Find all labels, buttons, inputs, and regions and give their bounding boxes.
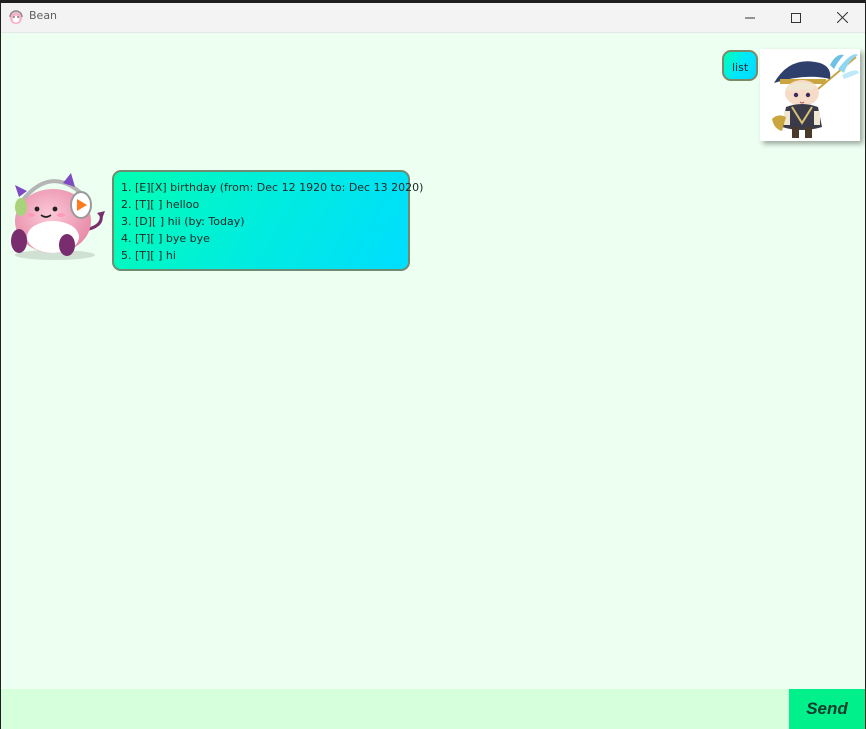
user-avatar <box>760 49 860 141</box>
bean-pig-icon <box>11 173 105 260</box>
app-window: Bean list 1. [E][X] birthday (from: Dec … <box>1 3 865 729</box>
user-character-icon <box>772 54 859 138</box>
task-item: 5. [T][ ] hi <box>121 249 176 262</box>
bot-avatar <box>5 167 107 263</box>
task-item: 2. [T][ ] helloo <box>121 198 200 211</box>
close-icon <box>836 12 848 23</box>
minimize-button[interactable] <box>727 3 773 32</box>
user-message-bubble: list <box>722 50 759 81</box>
send-button[interactable]: Send <box>789 689 865 729</box>
title-bar[interactable]: Bean <box>1 3 865 33</box>
maximize-icon <box>791 12 801 23</box>
window-title: Bean <box>29 9 58 22</box>
close-button[interactable] <box>819 3 865 32</box>
maximize-button[interactable] <box>773 3 819 32</box>
message-input[interactable] <box>1 689 789 729</box>
task-item: 3. [D][ ] hii (by: Today) <box>121 215 245 228</box>
bean-app-icon <box>9 10 23 24</box>
task-item: 1. [E][X] birthday (from: Dec 12 1920 to… <box>121 181 424 194</box>
minimize-icon <box>745 17 755 18</box>
bot-message-bubble: 1. [E][X] birthday (from: Dec 12 1920 to… <box>112 170 424 271</box>
task-item: 4. [T][ ] bye bye <box>121 232 210 245</box>
chat-scroll-area[interactable]: list 1. [E][X] birthday (from: Dec 12 19… <box>1 33 865 689</box>
